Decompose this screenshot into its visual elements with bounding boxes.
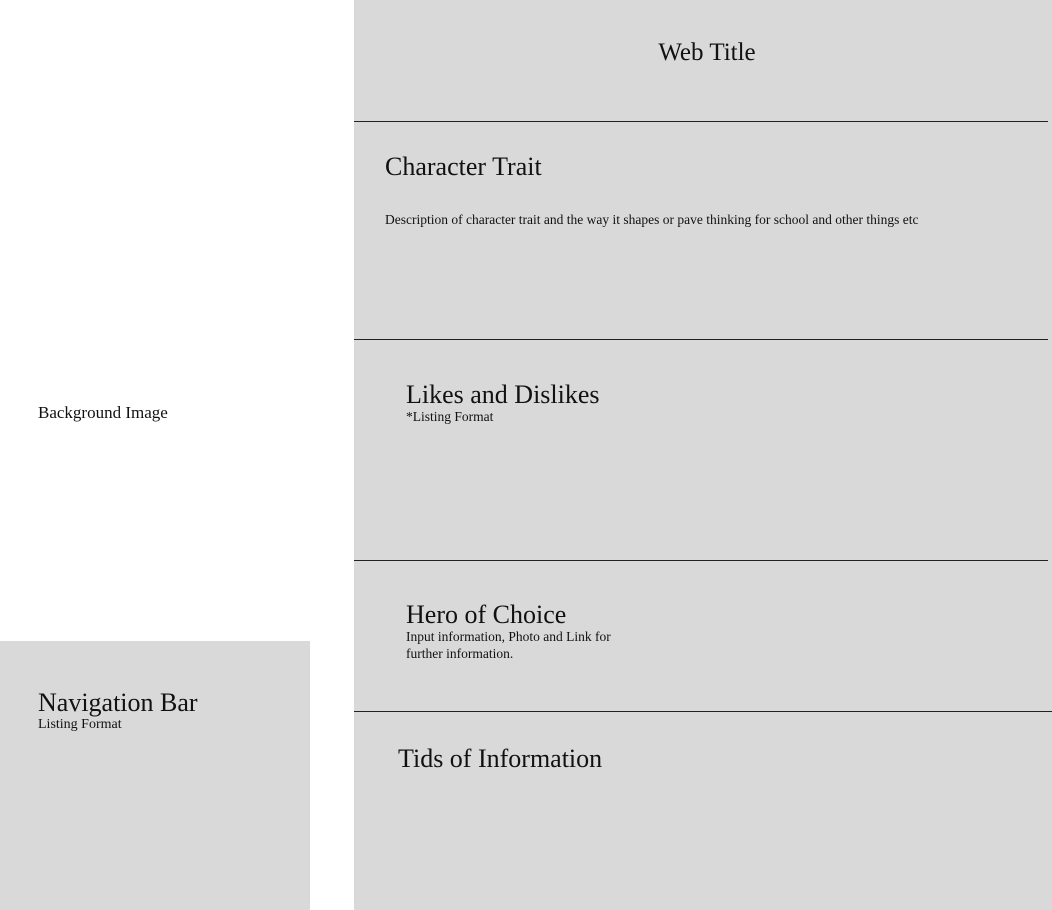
likes-dislikes-note: *Listing Format xyxy=(406,409,494,424)
character-trait-title: Character Trait xyxy=(385,152,542,181)
background-image-label: Background Image xyxy=(38,403,168,422)
section-divider xyxy=(354,339,1048,340)
likes-dislikes-title: Likes and Dislikes xyxy=(406,380,600,409)
section-divider xyxy=(354,121,1048,122)
tids-of-information-title: Tids of Information xyxy=(398,744,603,773)
section-divider xyxy=(354,560,1048,561)
navigation-bar-title: Navigation Bar xyxy=(38,688,198,717)
hero-of-choice-description: Input information, Photo and Link for fu… xyxy=(406,629,611,661)
navigation-bar-subtitle: Listing Format xyxy=(38,717,122,732)
wireframe-page: Background Image Navigation Bar Listing … xyxy=(0,0,1052,910)
navigation-bar-panel[interactable] xyxy=(0,641,310,910)
hero-of-choice-title: Hero of Choice xyxy=(406,600,567,629)
character-trait-description: Description of character trait and the w… xyxy=(385,212,919,227)
section-divider xyxy=(354,711,1052,712)
web-title: Web Title xyxy=(658,39,756,66)
